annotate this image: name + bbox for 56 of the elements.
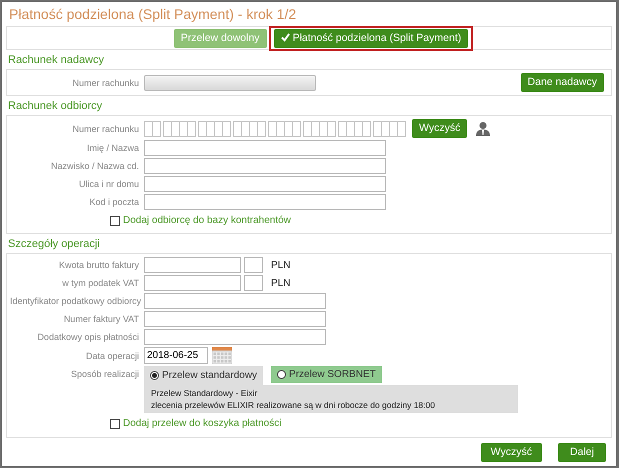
tab-button[interactable]: Płatność podzielona (Split Payment) [274, 28, 468, 48]
account-number-field[interactable] [144, 120, 161, 136]
text-field[interactable] [144, 176, 386, 192]
account-number-field[interactable] [303, 120, 336, 136]
field-label: Kwota brutto faktury [58, 259, 140, 272]
amount-field[interactable] [144, 257, 241, 273]
field-label: Identyfikator podatkowy odbiorcy [10, 295, 142, 308]
decimal-field[interactable] [244, 275, 263, 291]
text-field[interactable] [144, 140, 386, 156]
action-button[interactable]: Dalej [558, 443, 606, 462]
text-field[interactable] [144, 194, 386, 210]
field-label: Kod i poczta [88, 196, 140, 209]
field-label: Data operacji [84, 350, 140, 363]
account-number-field[interactable] [198, 120, 231, 136]
section-heading: Rachunek odbiorcy [8, 100, 104, 113]
checkbox-label[interactable]: Dodaj przelew do koszyka płatności [123, 416, 282, 431]
field-label: Imię / Nazwa [86, 142, 140, 155]
currency-label: PLN [271, 258, 290, 272]
section-heading: Rachunek nadawcy [8, 54, 106, 67]
field-label: w tym podatek VAT [61, 277, 140, 290]
currency-label: PLN [271, 276, 290, 290]
field-label: Numer faktury VAT [62, 313, 140, 326]
field-label: Numer rachunku [71, 122, 140, 136]
text-field[interactable] [144, 293, 326, 309]
dialog-title: Płatność podzielona (Split Payment) - krok 1/2 [9, 5, 298, 23]
field-label: Ulica i nr domu [78, 178, 140, 191]
account-number-field[interactable] [268, 120, 301, 136]
account-number-field[interactable] [338, 120, 371, 136]
checkbox[interactable] [110, 418, 120, 428]
contact-person-icon[interactable] [476, 121, 490, 136]
field-label: Numer rachunku [71, 76, 140, 90]
check-icon [280, 33, 290, 42]
action-button[interactable]: Wyczyść [480, 443, 542, 462]
date-field[interactable]: 2018-06-25 [144, 347, 208, 364]
field-label: Nazwisko / Nazwa cd. [50, 160, 140, 173]
info-text: Przelew Standardowy - Eixir [151, 387, 258, 399]
radio-option[interactable]: Przelew standardowy [144, 366, 264, 385]
account-number-field[interactable] [233, 120, 266, 136]
text-field[interactable] [144, 158, 386, 174]
info-text: zlecenia przelewów ELIXIR realizowane są w dni robocze do godziny 18:00 [151, 399, 436, 411]
amount-field[interactable] [144, 275, 241, 291]
calendar-icon[interactable] [212, 347, 232, 364]
account-number-field[interactable] [163, 120, 196, 136]
section-heading: Szczegóły operacji [8, 238, 101, 251]
checkbox-label[interactable]: Dodaj odbiorcę do bazy kontrahentów [123, 213, 291, 228]
decimal-field[interactable] [244, 257, 263, 273]
field-label: Sposób realizacji [70, 368, 140, 381]
text-field[interactable] [144, 329, 326, 345]
account-number-field[interactable] [373, 120, 406, 136]
radio-option[interactable]: Przelew SORBNET [271, 366, 382, 383]
text-field[interactable] [144, 311, 326, 327]
clear-button[interactable]: Wyczyść [412, 119, 468, 138]
sender-details-button[interactable]: Dane nadawcy [520, 73, 604, 92]
field-label: Dodatkowy opis płatności [36, 331, 140, 344]
account-select[interactable] [144, 74, 316, 90]
checkbox[interactable] [110, 216, 120, 226]
